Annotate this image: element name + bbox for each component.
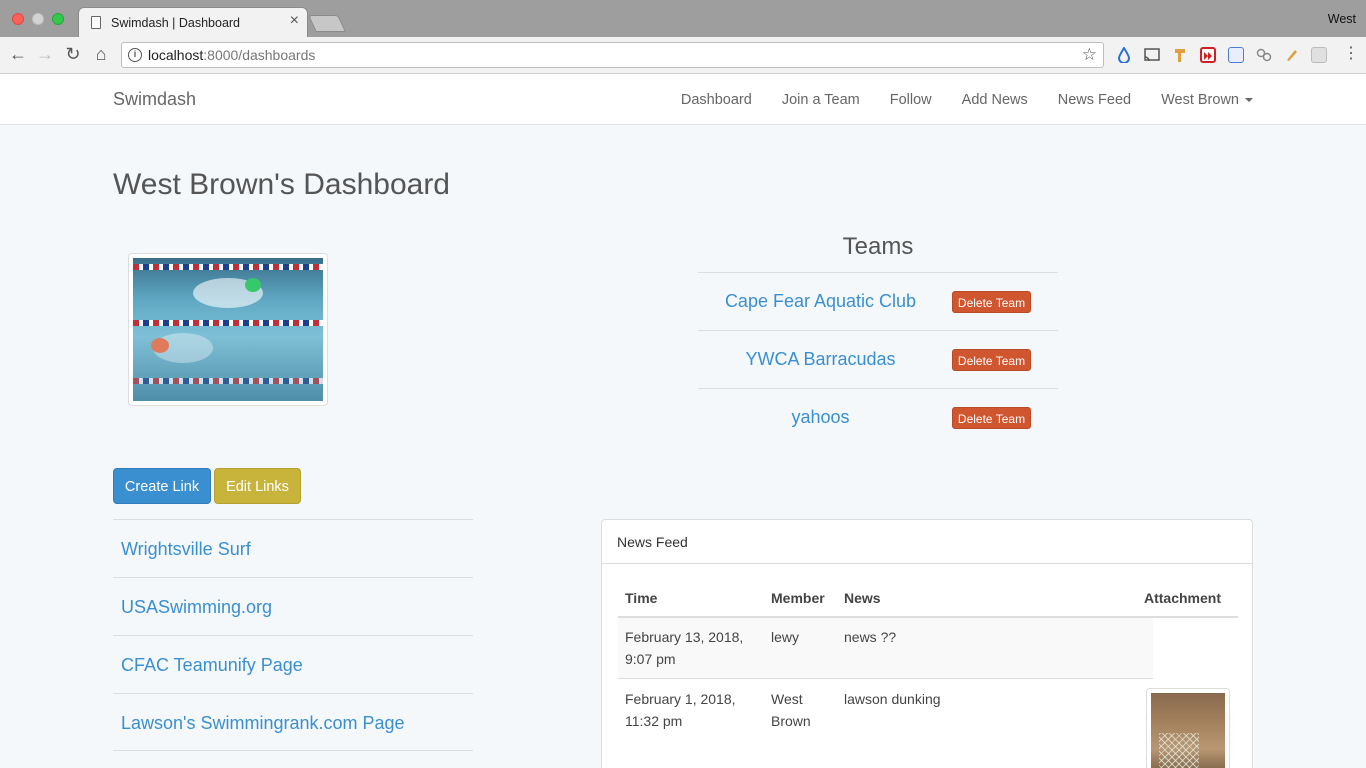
page-title: West Brown's Dashboard [113,168,450,201]
list-item: Wrightsville Surf [113,519,473,577]
forward-arrow-icon[interactable]: → [35,45,55,63]
attachment-image [1151,693,1225,768]
teams-heading: Teams [842,233,914,260]
forward-extension-icon[interactable] [1200,47,1216,63]
column-header-time: Time [625,590,658,606]
list-item: CFAC Teamunify Page [113,635,473,693]
table-row: February 1, 2018, 11:32 pm West Brown laws… [618,680,1238,768]
time-date: February 1, 2018, [625,691,736,707]
url-text: localhost:8000/dashboards [148,47,315,63]
star-icon[interactable]: ☆ [1082,45,1097,65]
swimmer-photo [133,258,323,401]
delete-team-button[interactable]: Delete Team [952,349,1031,371]
brand-logo[interactable]: Swimdash [113,89,196,110]
external-link[interactable]: USASwimming.org [121,597,272,618]
cast-icon[interactable] [1143,47,1160,63]
column-header-attachment: Attachment [1144,590,1222,606]
user-name: West Brown [1161,91,1239,108]
team-row: Cape Fear Aquatic Club Delete Team [698,272,1058,330]
member-last: Brown [771,713,811,729]
nav-add-news[interactable]: Add News [962,92,1028,108]
nav-dashboard[interactable]: Dashboard [681,92,752,108]
new-tab-button[interactable] [308,15,346,32]
column-header-news: News [844,590,881,606]
site-navbar: Swimdash Dashboard Join a Team Follow Ad… [0,74,1366,125]
news-cell: lawson dunking [844,691,941,707]
bookmark-extension-icon[interactable] [1172,47,1188,63]
browser-tab[interactable]: Swimdash | Dashboard × [78,7,308,37]
delete-team-button[interactable]: Delete Team [952,291,1031,313]
list-item: Lawson's Swimmingrank.com Page [113,693,473,751]
team-link[interactable]: yahoos [698,407,943,428]
nav-join-team[interactable]: Join a Team [782,92,860,108]
back-arrow-icon[interactable]: ← [8,45,28,63]
close-window-button[interactable] [12,13,24,25]
time-cell: February 13, 2018, 9:07 pm [625,626,743,670]
menu-icon[interactable]: ⋮ [1343,46,1359,63]
link-extension-icon[interactable] [1256,47,1272,63]
team-row: YWCA Barracudas Delete Team [698,330,1058,388]
edit-links-button[interactable]: Edit Links [214,468,301,504]
column-header-member: Member [771,590,825,606]
team-link[interactable]: Cape Fear Aquatic Club [698,291,943,312]
pencil-extension-icon[interactable] [1284,47,1300,63]
create-link-button[interactable]: Create Link [113,468,211,504]
team-link[interactable]: YWCA Barracudas [698,349,943,370]
external-link[interactable]: Lawson's Swimmingrank.com Page [121,713,405,734]
tag-extension-icon[interactable] [1228,47,1244,63]
list-item: USASwimming.org [113,577,473,635]
tab-title: Swimdash | Dashboard [111,16,241,30]
info-icon[interactable]: i [128,48,142,62]
time-clock: 11:32 pm [625,713,683,729]
external-link[interactable]: Wrightsville Surf [121,539,251,560]
window-extension-icon[interactable] [1311,47,1327,63]
profile-name[interactable]: West [1328,12,1356,26]
browser-toolbar: ← → ↻ ⌂ i localhost:8000/dashboards ☆ ⋮ [0,37,1366,74]
nav-user-dropdown[interactable]: West Brown [1161,92,1253,108]
time-date: February 13, 2018, [625,629,744,645]
nav-links: Dashboard Join a Team Follow Add News Ne… [651,74,1253,125]
member-first: West [771,691,803,707]
maximize-window-button[interactable] [52,13,64,25]
news-cell: news ?? [844,629,897,645]
reload-icon[interactable]: ↻ [63,45,83,63]
address-bar[interactable]: i localhost:8000/dashboards ☆ [121,42,1104,68]
member-cell: West Brown [771,688,811,732]
external-link[interactable]: CFAC Teamunify Page [121,655,303,676]
table-row: February 13, 2018, 9:07 pm lewy news ?? [618,618,1238,679]
nav-follow[interactable]: Follow [890,92,932,108]
url-path: :8000/dashboards [203,47,316,63]
attachment-thumbnail[interactable] [1146,688,1230,768]
time-clock: 9:07 pm [625,651,676,667]
document-icon [91,16,101,29]
member-cell: lewy [771,629,800,645]
caret-down-icon [1245,97,1253,102]
water-drop-extension-icon[interactable] [1116,46,1132,64]
minimize-window-button[interactable] [32,13,44,25]
browser-tab-bar: Swimdash | Dashboard × West [0,0,1366,37]
news-feed-heading: News Feed [602,520,1252,564]
time-cell: February 1, 2018, 11:32 pm [625,688,736,732]
team-row: yahoos Delete Team [698,388,1058,446]
home-icon[interactable]: ⌂ [91,45,111,63]
delete-team-button[interactable]: Delete Team [952,407,1031,429]
url-host: localhost [148,47,204,63]
news-feed-panel: News Feed Time Member News Attachment Fe… [601,519,1253,768]
close-tab-icon[interactable]: × [290,13,299,29]
profile-photo [128,253,328,406]
nav-news-feed[interactable]: News Feed [1058,92,1131,108]
